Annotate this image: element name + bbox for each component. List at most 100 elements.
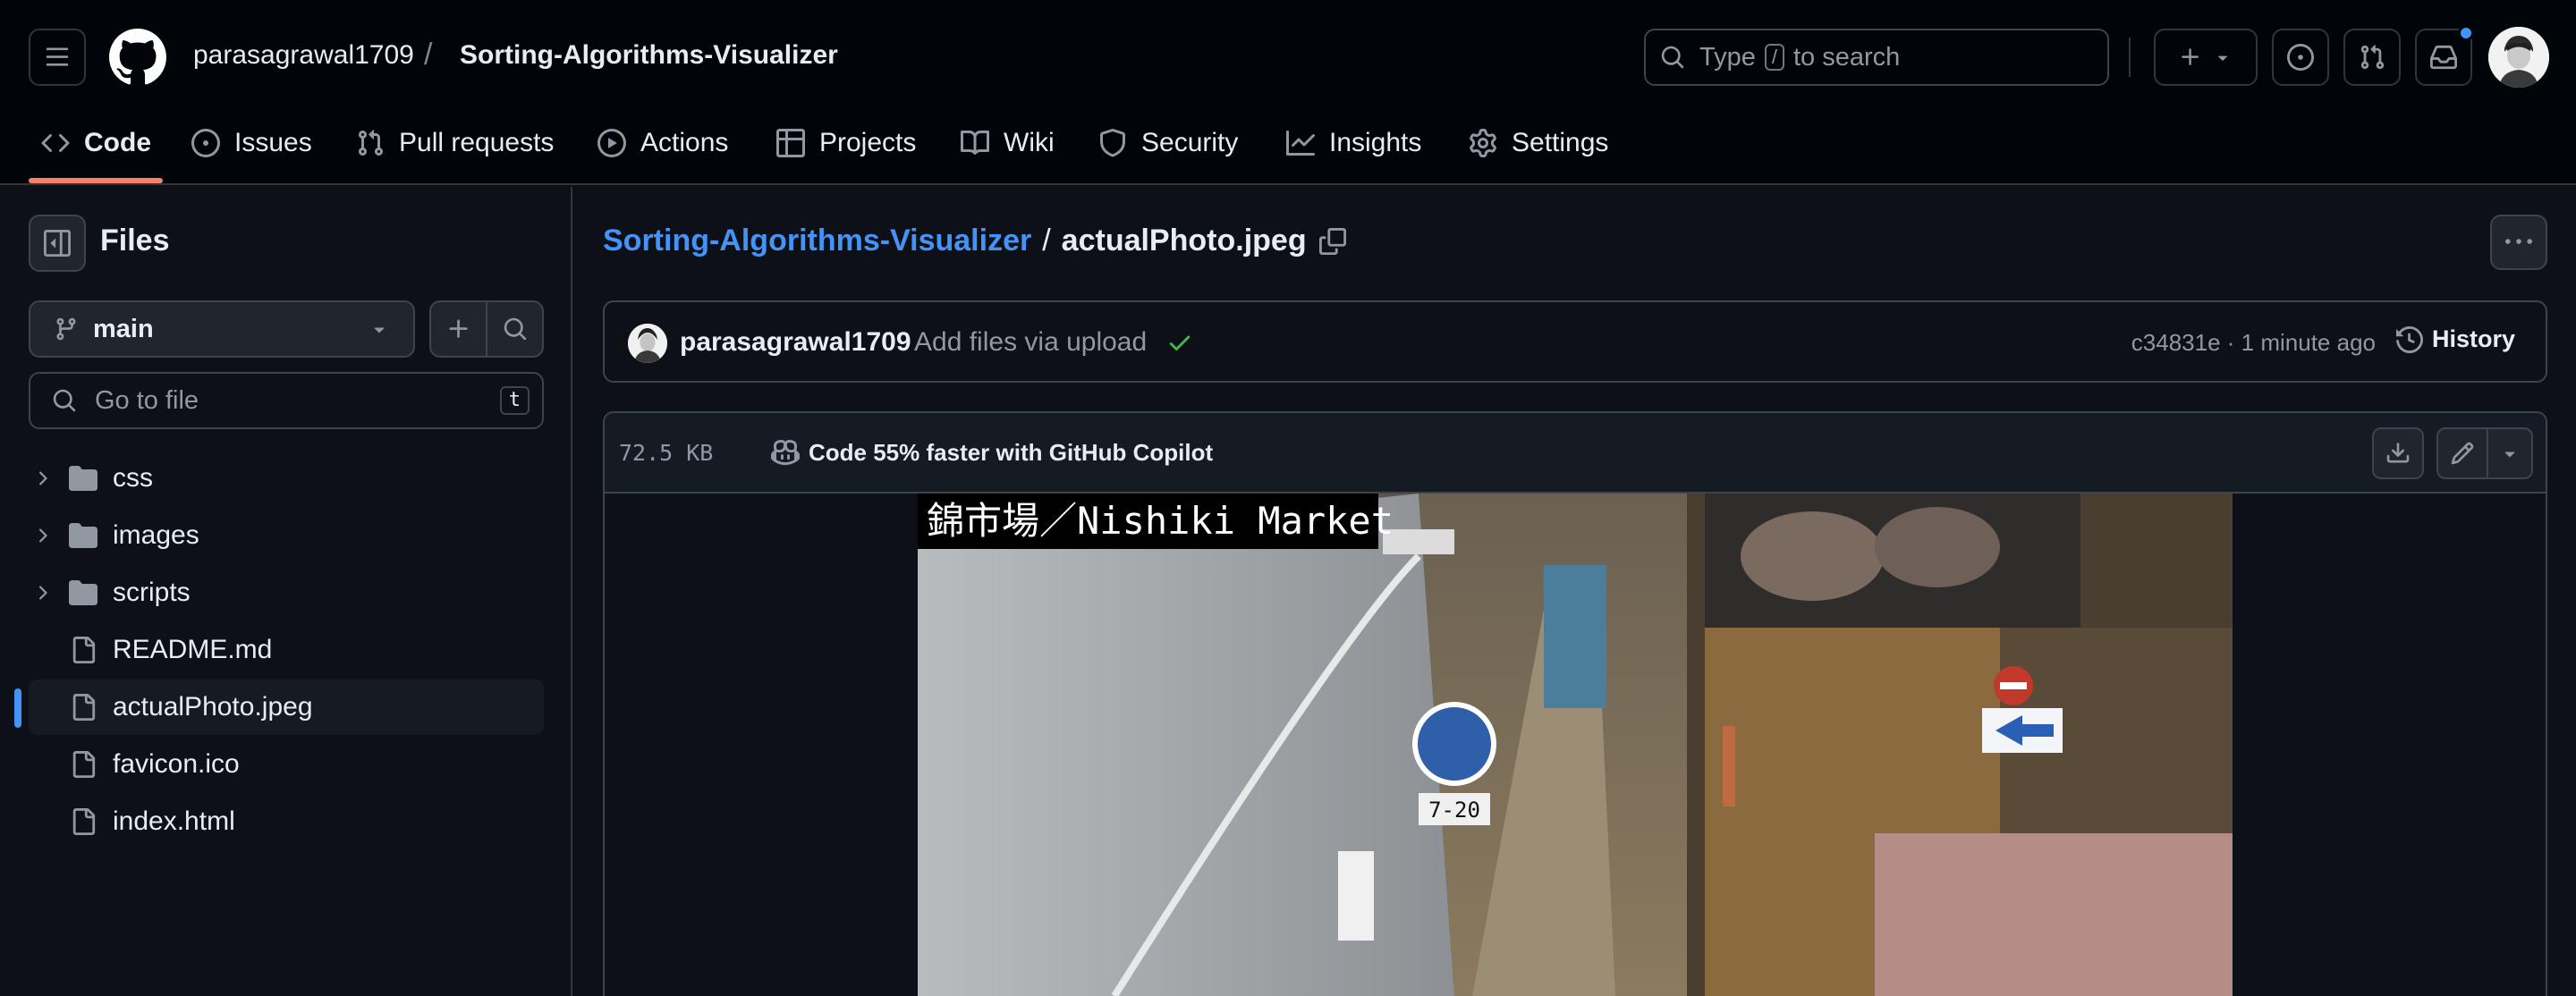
breadcrumb-separator: / [424, 38, 433, 72]
tree-file-favicon[interactable]: favicon.ico [29, 737, 544, 792]
tree-file-index[interactable]: index.html [29, 794, 544, 849]
download-raw-button[interactable] [2372, 427, 2424, 479]
kebab-horizontal-icon [2505, 239, 2532, 244]
tree-item-label: scripts [113, 578, 191, 607]
tab-settings-label: Settings [1512, 128, 1609, 157]
file-icon [72, 808, 96, 835]
edit-options-dropdown[interactable] [2487, 427, 2533, 479]
tree-item-label: README.md [113, 635, 273, 664]
user-avatar[interactable] [2488, 27, 2549, 88]
tree-item-label: images [113, 520, 199, 550]
tab-settings[interactable]: Settings [1469, 123, 1608, 163]
tree-item-label: index.html [113, 806, 235, 836]
tab-issues-label: Issues [234, 128, 312, 157]
copilot-promo-text: Code 55% faster with GitHub Copilot [809, 438, 1214, 466]
create-new-button[interactable] [2154, 29, 2258, 86]
tab-pull-requests[interactable]: Pull requests [356, 123, 554, 163]
file-actions-group [429, 300, 544, 358]
svg-text:7-20: 7-20 [1428, 798, 1480, 823]
github-logo-icon[interactable] [109, 29, 166, 86]
issues-button[interactable] [2272, 29, 2329, 86]
tab-pull-requests-label: Pull requests [399, 128, 555, 157]
tab-security-label: Security [1141, 128, 1239, 157]
tab-insights-label: Insights [1329, 128, 1422, 157]
tree-folder-scripts[interactable]: scripts [29, 565, 544, 620]
search-suffix: to search [1793, 42, 1901, 72]
files-title: Files [100, 224, 170, 257]
file-icon [72, 751, 96, 778]
pull-requests-button[interactable] [2343, 29, 2401, 86]
tree-file-actualphoto[interactable]: actualPhoto.jpeg [29, 679, 544, 735]
code-icon [41, 133, 70, 153]
plus-icon [2182, 48, 2199, 65]
search-input[interactable]: Type / to search [1644, 29, 2109, 86]
table-icon [776, 129, 805, 157]
history-label: History [2431, 325, 2515, 352]
image-preview: 7-20 錦市場／Nishiki Market [918, 494, 2233, 996]
go-to-file-input[interactable]: Go to file t [29, 372, 544, 429]
tab-projects-label: Projects [819, 128, 917, 157]
breadcrumb-owner[interactable]: parasagrawal1709 [193, 40, 414, 71]
search-shortcut-key: / [1764, 44, 1784, 71]
plus-icon [449, 319, 468, 338]
commit-author-avatar[interactable] [628, 324, 667, 363]
search-files-button[interactable] [487, 302, 542, 356]
tab-wiki[interactable]: Wiki [961, 123, 1055, 163]
tab-code-label: Code [84, 128, 151, 157]
issue-opened-icon [2287, 44, 2314, 71]
play-icon [597, 129, 626, 157]
tab-wiki-label: Wiki [1004, 128, 1055, 157]
image-caption: 錦市場／Nishiki Market [918, 494, 1394, 549]
more-options-button[interactable] [2490, 215, 2547, 270]
folder-icon [69, 466, 97, 491]
tab-insights[interactable]: Insights [1286, 123, 1421, 163]
path-repo-link[interactable]: Sorting-Algorithms-Visualizer [603, 224, 1031, 258]
tab-issues[interactable]: Issues [191, 123, 312, 163]
chevron-right-icon [39, 586, 47, 600]
folder-icon [69, 580, 97, 605]
file-size: 72.5 KB [619, 440, 714, 466]
latest-commit-box: parasagrawal1709 Add files via upload c3… [603, 300, 2547, 383]
file-icon [72, 694, 96, 721]
path-separator: / [1042, 224, 1051, 257]
copilot-icon [771, 439, 800, 466]
chevron-right-icon [39, 471, 47, 485]
tree-file-readme[interactable]: README.md [29, 622, 544, 678]
commit-message[interactable]: Add files via upload [914, 327, 1147, 358]
file-icon [72, 637, 96, 663]
market-photo: 7-20 [918, 494, 2233, 996]
menu-button[interactable] [29, 29, 86, 86]
history-icon [2395, 325, 2423, 353]
copy-path-button[interactable] [1318, 227, 1346, 255]
tab-actions[interactable]: Actions [597, 123, 728, 163]
shield-icon [1100, 129, 1125, 157]
tree-folder-css[interactable]: css [29, 451, 544, 506]
top-header: parasagrawal1709 / Sorting-Algorithms-Vi… [0, 0, 2576, 185]
active-file-indicator [14, 688, 21, 728]
branch-selector[interactable]: main [29, 300, 415, 358]
git-branch-icon [56, 317, 76, 341]
tree-item-label: css [113, 463, 153, 493]
breadcrumb-repo[interactable]: Sorting-Algorithms-Visualizer [460, 40, 838, 71]
copilot-promo-link[interactable]: Code 55% faster with GitHub Copilot [771, 438, 1213, 467]
tab-code[interactable]: Code [41, 123, 151, 163]
collapse-sidebar-button[interactable] [29, 215, 86, 272]
file-path-breadcrumb: Sorting-Algorithms-Visualizer / actualPh… [603, 224, 1346, 258]
commit-author[interactable]: parasagrawal1709 [680, 327, 911, 358]
copy-icon [1318, 227, 1346, 255]
go-to-file-placeholder: Go to file [95, 385, 199, 415]
inbox-icon [2430, 45, 2457, 70]
tree-folder-images[interactable]: images [29, 508, 544, 563]
search-icon [1661, 46, 1684, 69]
folder-icon [69, 523, 97, 548]
tab-projects[interactable]: Projects [776, 123, 916, 163]
tree-item-label: actualPhoto.jpeg [113, 692, 313, 722]
edit-file-button[interactable] [2436, 427, 2488, 479]
check-icon[interactable] [1166, 329, 1193, 356]
history-button[interactable]: History [2395, 325, 2515, 353]
tab-security[interactable]: Security [1098, 123, 1238, 163]
branch-name: main [93, 314, 154, 343]
hamburger-icon [46, 47, 69, 66]
commit-meta[interactable]: c34831e · 1 minute ago [2131, 329, 2376, 357]
add-file-button[interactable] [431, 302, 487, 356]
